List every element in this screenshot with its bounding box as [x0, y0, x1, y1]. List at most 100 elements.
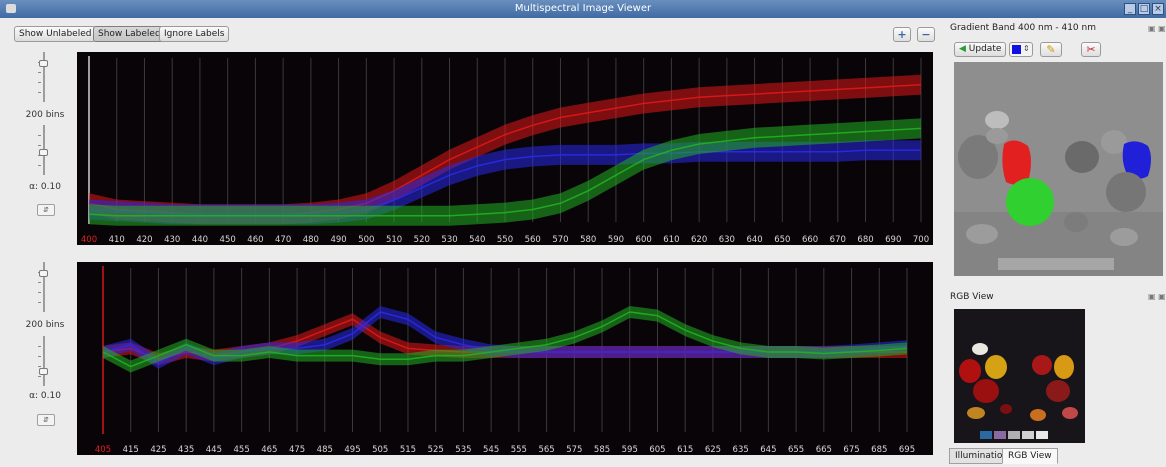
tick-label: 465 [261, 445, 277, 455]
spectrum-chart: 400 410 420 430 440 450 460 470 480 490 500 510 520 5… [81, 56, 929, 245]
tick-label: 430 [164, 235, 180, 245]
window-titlebar: Multispectral Image Viewer _ □ × [0, 0, 1166, 18]
show-labeled-button[interactable]: Show Labeled [93, 26, 166, 42]
tick-label: 525 [428, 445, 444, 455]
bins-slider-handle[interactable] [39, 59, 48, 67]
tick-label: 470 [275, 235, 291, 245]
tick-label: 490 [330, 235, 346, 245]
bins-slider[interactable] [38, 52, 50, 102]
tick-label: 420 [136, 235, 152, 245]
tick-label: 595 [622, 445, 638, 455]
color-swatch [1012, 45, 1021, 54]
tick-label: 415 [123, 445, 139, 455]
rgb-view-image[interactable] [954, 309, 1085, 443]
dock-controls-icon[interactable]: ▣ ▣ [1148, 24, 1166, 33]
label-color-select[interactable]: ⇕ [1009, 42, 1033, 57]
tick-label: 560 [525, 235, 541, 245]
zoom-out-icon[interactable]: − [917, 27, 935, 42]
alpha-slider[interactable] [38, 336, 50, 386]
scissors-icon[interactable]: ✂ [1081, 42, 1101, 57]
maximize-icon[interactable]: □ [1138, 3, 1150, 15]
tick-label: 435 [178, 445, 194, 455]
tick-label: 540 [469, 235, 485, 245]
bins-label: 200 bins [25, 320, 65, 330]
window-controls: _ □ × [1124, 3, 1164, 15]
tick-label: 505 [372, 445, 388, 455]
tick-label: 665 [816, 445, 832, 455]
show-unlabeled-button[interactable]: Show Unlabeled [14, 26, 97, 42]
gradient-band-image[interactable] [954, 62, 1163, 276]
tick-label: 455 [234, 445, 250, 455]
tick-label: 640 [746, 235, 762, 245]
alpha-slider-handle[interactable] [39, 368, 48, 376]
update-button[interactable]: ◀ Update [954, 42, 1007, 57]
chevron-updown-icon: ⇕ [1023, 44, 1030, 53]
alpha-label: α: 0.10 [29, 182, 61, 192]
tick-label: 565 [538, 445, 554, 455]
alpha-label: α: 0.10 [29, 391, 61, 401]
tick-label: 675 [843, 445, 859, 455]
spectrum-plot[interactable]: 400 410 420 430 440 450 460 470 480 490 500 510 520 5… [77, 52, 933, 245]
tick-label: 600 [636, 235, 652, 245]
tick-label: 410 [109, 235, 125, 245]
bins-label: 200 bins [25, 110, 65, 120]
tick-label: 615 [677, 445, 693, 455]
rgb-view-title: RGB View [950, 292, 994, 302]
tick-label: 660 [802, 235, 818, 245]
tick-label: 575 [566, 445, 582, 455]
gradient-chart: 405 415 425 435 445 455 465 475 485 495 505 515 525 5… [95, 266, 915, 455]
tick-label: 670 [830, 235, 846, 245]
tick-label: 535 [455, 445, 471, 455]
tick-label: 440 [192, 235, 208, 245]
marker-icon[interactable]: ✎ [1040, 42, 1062, 57]
bins-slider-handle[interactable] [39, 269, 48, 277]
tick-label: 700 [913, 235, 929, 245]
tick-label: 690 [885, 235, 901, 245]
tick-label: 635 [733, 445, 749, 455]
tick-label: 695 [899, 445, 915, 455]
tick-label: 515 [400, 445, 416, 455]
tick-label: 650 [774, 235, 790, 245]
tick-label: 625 [705, 445, 721, 455]
tick-label: 510 [386, 235, 402, 245]
dock-controls-icon[interactable]: ▣ ▣ [1148, 292, 1166, 301]
alpha-slider[interactable] [38, 125, 50, 175]
tick-label: 530 [441, 235, 457, 245]
tick-label: 485 [317, 445, 333, 455]
tick-label: 585 [594, 445, 610, 455]
tick-label: 425 [150, 445, 166, 455]
tick-label: 475 [289, 445, 305, 455]
tick-label: 630 [719, 235, 735, 245]
limiter-icon[interactable]: ⇵ [37, 204, 55, 216]
tick-label: 580 [580, 235, 596, 245]
tick-label: 610 [663, 235, 679, 245]
tick-label: 620 [691, 235, 707, 245]
bins-slider[interactable] [38, 262, 50, 312]
tick-label: 570 [552, 235, 568, 245]
tick-label: 645 [760, 445, 776, 455]
close-icon[interactable]: × [1152, 3, 1164, 15]
tick-label: 480 [303, 235, 319, 245]
alpha-slider-handle[interactable] [39, 148, 48, 156]
gradient-plot[interactable]: 405 415 425 435 445 455 465 475 485 495 505 515 525 5… [77, 262, 933, 455]
tick-label: 520 [414, 235, 430, 245]
tick-label: 655 [788, 445, 804, 455]
tick-label: 590 [608, 235, 624, 245]
tick-label: 445 [206, 445, 222, 455]
tick-label: 400 [81, 235, 97, 245]
tick-label: 405 [95, 445, 111, 455]
zoom-in-icon[interactable]: + [893, 27, 911, 42]
minimize-icon[interactable]: _ [1124, 3, 1136, 15]
tick-label: 555 [511, 445, 527, 455]
tick-label: 495 [344, 445, 360, 455]
arrow-left-icon: ◀ [959, 44, 966, 54]
tick-label: 545 [483, 445, 499, 455]
gradient-band-title: Gradient Band 400 nm - 410 nm [950, 23, 1096, 33]
tick-label: 680 [857, 235, 873, 245]
tick-label: 685 [871, 445, 887, 455]
limiter-icon[interactable]: ⇵ [37, 414, 55, 426]
tab-rgb-view[interactable]: RGB View [1002, 448, 1058, 464]
tick-label: 500 [358, 235, 374, 245]
ignore-labels-button[interactable]: Ignore Labels [159, 26, 230, 42]
tick-label: 460 [247, 235, 263, 245]
